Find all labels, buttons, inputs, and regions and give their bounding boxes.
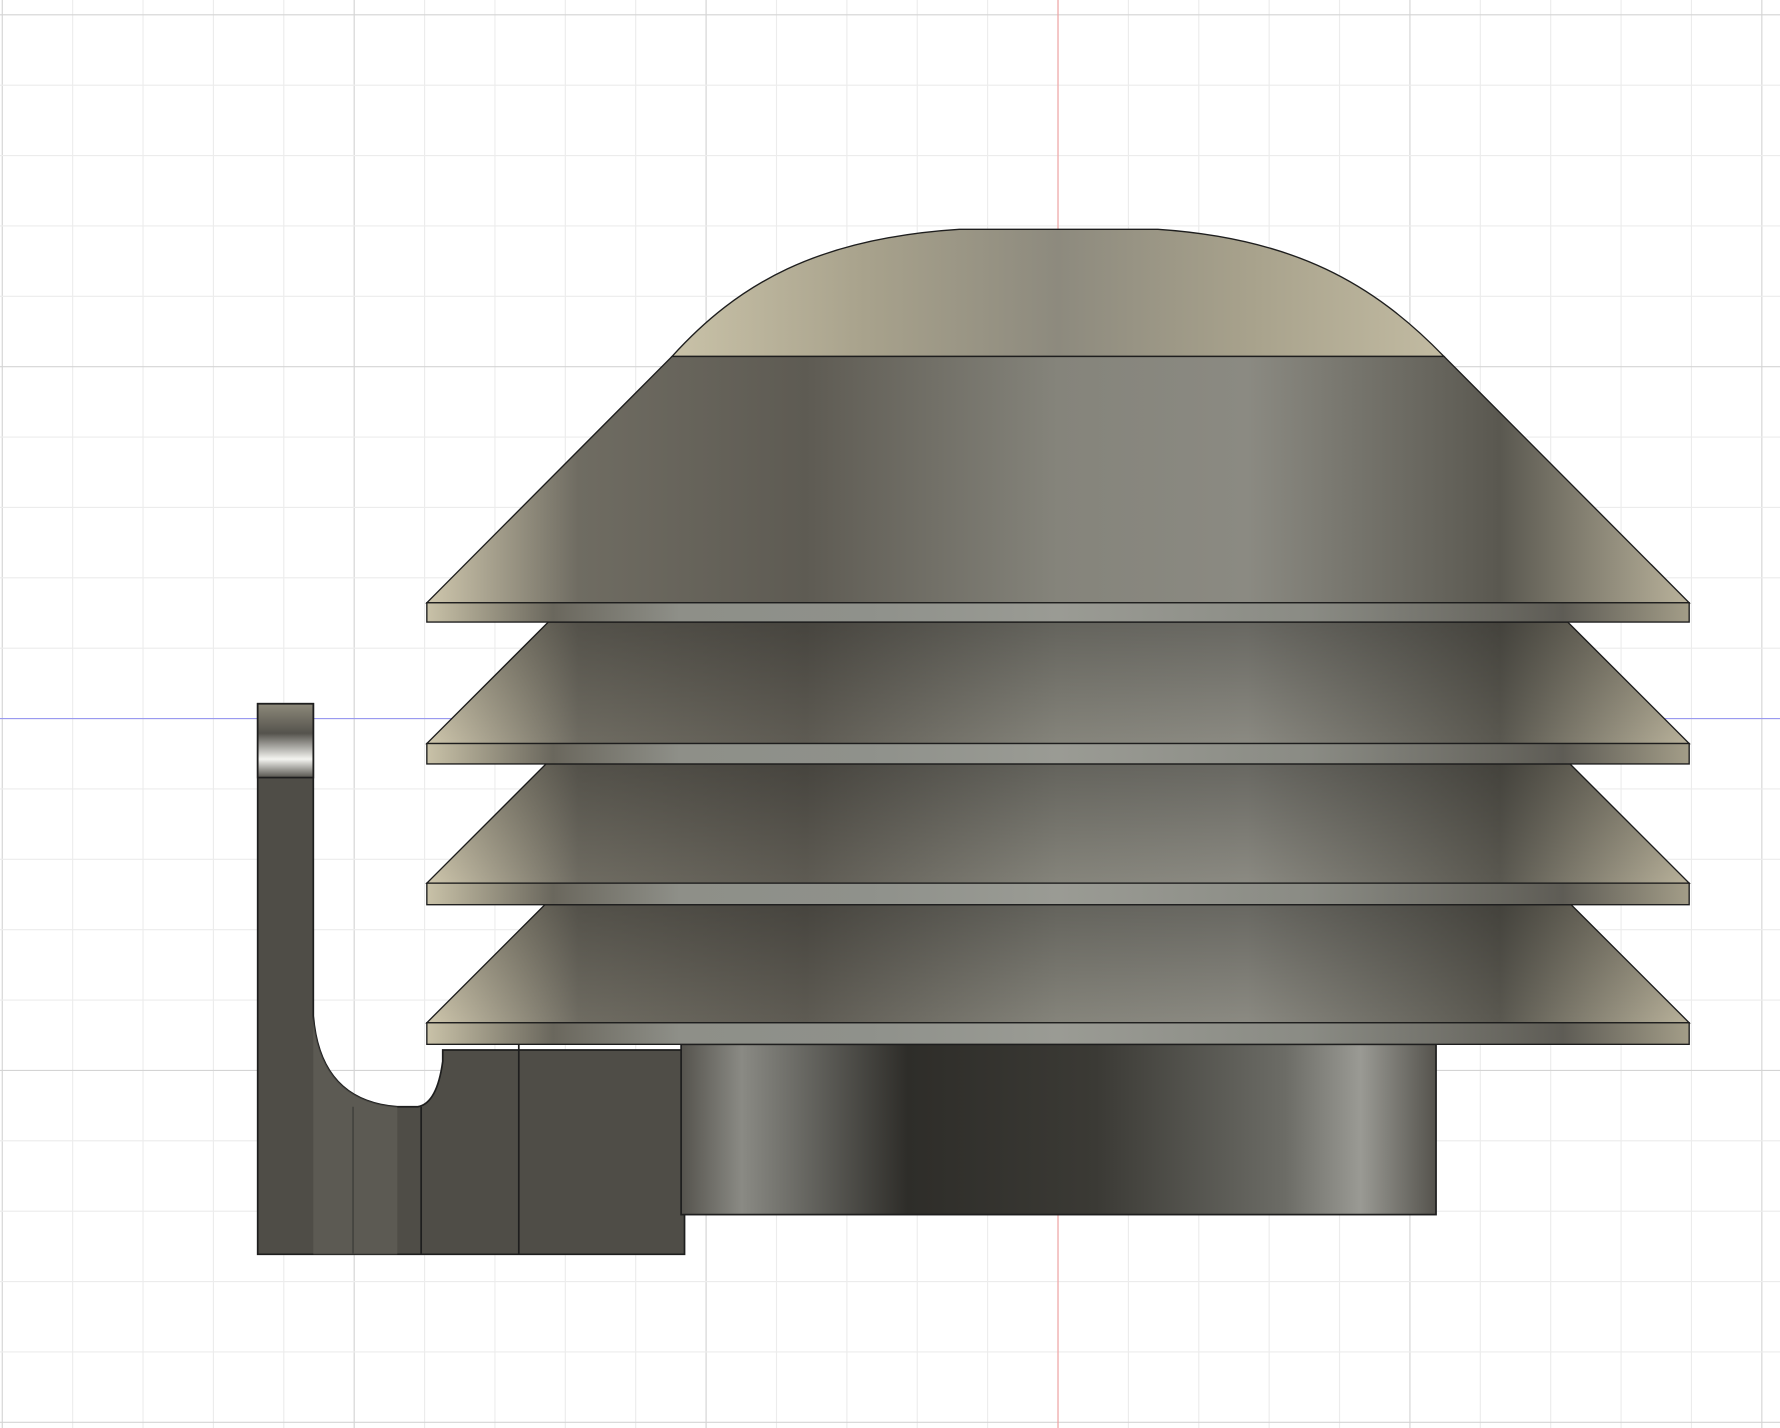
shield-tier-2[interactable]	[425, 621, 1691, 765]
cad-viewport[interactable]	[0, 0, 1780, 1428]
shield-top-dome[interactable]	[425, 228, 1691, 623]
bracket-cap	[256, 702, 315, 779]
base-cylinder[interactable]	[680, 1043, 1437, 1216]
shield-tier-3[interactable]	[425, 763, 1691, 906]
shield-tier-4[interactable]	[425, 904, 1691, 1046]
